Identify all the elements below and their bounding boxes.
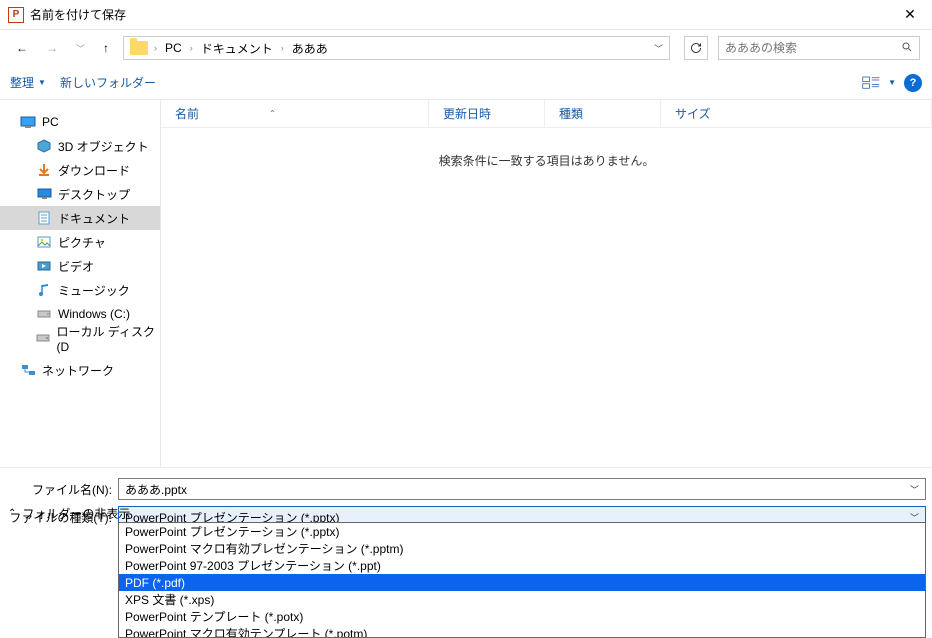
crumb-current-folder[interactable]: あああ (290, 38, 330, 59)
tree-network[interactable]: ネットワーク (0, 358, 160, 382)
window-title: 名前を付けて保存 (30, 6, 888, 23)
tree-desktop[interactable]: デスクトップ (0, 182, 160, 206)
tree-label: ピクチャ (58, 234, 106, 251)
tree-label: ネットワーク (42, 362, 114, 379)
download-icon (36, 162, 52, 178)
filename-label: ファイル名(N): (0, 481, 118, 498)
help-button[interactable]: ? (904, 74, 922, 92)
crumb-pc[interactable]: PC (163, 39, 184, 57)
file-list-pane: 名前⌃ 更新日時 種類 サイズ 検索条件に一致する項目はありません。 (161, 100, 932, 467)
recent-dropdown[interactable]: ﹀ (72, 40, 89, 57)
new-folder-button[interactable]: 新しいフォルダー (60, 74, 156, 91)
tree-label: 3D オブジェクト (58, 138, 149, 155)
network-icon (20, 362, 36, 378)
filetype-option[interactable]: PowerPoint テンプレート (*.potx) (119, 608, 925, 625)
chevron-icon[interactable]: › (190, 43, 193, 53)
hide-folders-button[interactable]: ⌃ フォルダーの非表示 (8, 505, 130, 522)
column-size[interactable]: サイズ (661, 100, 932, 127)
app-icon: P (8, 7, 24, 23)
tree-d-drive[interactable]: ローカル ディスク (D (0, 326, 160, 350)
up-button[interactable]: ↑ (99, 39, 113, 57)
close-button[interactable]: ✕ (888, 1, 932, 29)
empty-message: 検索条件に一致する項目はありません。 (161, 152, 932, 169)
tree-label: ダウンロード (58, 162, 130, 179)
tree-pictures[interactable]: ピクチャ (0, 230, 160, 254)
filetype-option-pdf[interactable]: PDF (*.pdf) (119, 574, 925, 591)
chevron-icon[interactable]: › (154, 43, 157, 53)
tree-downloads[interactable]: ダウンロード (0, 158, 160, 182)
crumb-documents[interactable]: ドキュメント (199, 38, 275, 59)
refresh-button[interactable] (684, 36, 708, 60)
drive-icon (36, 306, 52, 322)
organize-button[interactable]: 整理▼ (10, 74, 46, 91)
chevron-down-icon: ▼ (38, 78, 46, 87)
view-options-button[interactable] (862, 76, 880, 90)
filename-history-dropdown[interactable]: ﹀ (910, 483, 919, 496)
video-icon (36, 258, 52, 274)
tree-label: デスクトップ (58, 186, 130, 203)
tree-label: ビデオ (58, 258, 94, 275)
picture-icon (36, 234, 52, 250)
tree-documents[interactable]: ドキュメント (0, 206, 160, 230)
tree-label: Windows (C:) (58, 307, 130, 321)
tree-label: ミュージック (58, 282, 130, 299)
tree-label: ドキュメント (58, 210, 130, 227)
search-box[interactable] (718, 36, 920, 60)
tree-pc[interactable]: PC (0, 110, 160, 134)
column-date[interactable]: 更新日時 (429, 100, 545, 127)
navigation-tree: PC 3D オブジェクト ダウンロード デスクトップ ドキュメント ピクチャ ビ… (0, 100, 161, 467)
chevron-up-icon: ⌃ (8, 508, 16, 519)
folder-icon (130, 41, 148, 55)
tree-label: PC (42, 115, 59, 129)
cube-icon (36, 138, 52, 154)
tree-videos[interactable]: ビデオ (0, 254, 160, 278)
tree-label: ローカル ディスク (D (56, 323, 160, 354)
desktop-icon (36, 186, 52, 202)
tree-music[interactable]: ミュージック (0, 278, 160, 302)
filetype-dropdown-list: PowerPoint プレゼンテーション (*.pptx) PowerPoint… (118, 522, 926, 638)
back-button[interactable]: ← (12, 39, 32, 57)
pc-icon (20, 114, 36, 130)
view-dropdown[interactable]: ▼ (888, 78, 896, 87)
search-input[interactable] (725, 41, 895, 55)
drive-icon (36, 330, 50, 346)
document-icon (36, 210, 52, 226)
filetype-option[interactable]: PowerPoint マクロ有効プレゼンテーション (*.pptm) (119, 540, 925, 557)
address-bar[interactable]: › PC › ドキュメント › あああ ﹀ (123, 36, 670, 60)
filetype-option[interactable]: PowerPoint マクロ有効テンプレート (*.potm) (119, 625, 925, 637)
tree-3d-objects[interactable]: 3D オブジェクト (0, 134, 160, 158)
sort-indicator-icon: ⌃ (269, 109, 276, 118)
filename-input[interactable] (125, 482, 910, 496)
forward-button[interactable]: → (42, 39, 62, 57)
chevron-icon[interactable]: › (281, 43, 284, 53)
column-name[interactable]: 名前⌃ (161, 100, 429, 127)
music-icon (36, 282, 52, 298)
address-dropdown[interactable]: ﹀ (654, 42, 663, 55)
filetype-option[interactable]: XPS 文書 (*.xps) (119, 591, 925, 608)
search-icon[interactable] (901, 41, 913, 56)
column-kind[interactable]: 種類 (545, 100, 661, 127)
filetype-option[interactable]: PowerPoint 97-2003 プレゼンテーション (*.ppt) (119, 557, 925, 574)
